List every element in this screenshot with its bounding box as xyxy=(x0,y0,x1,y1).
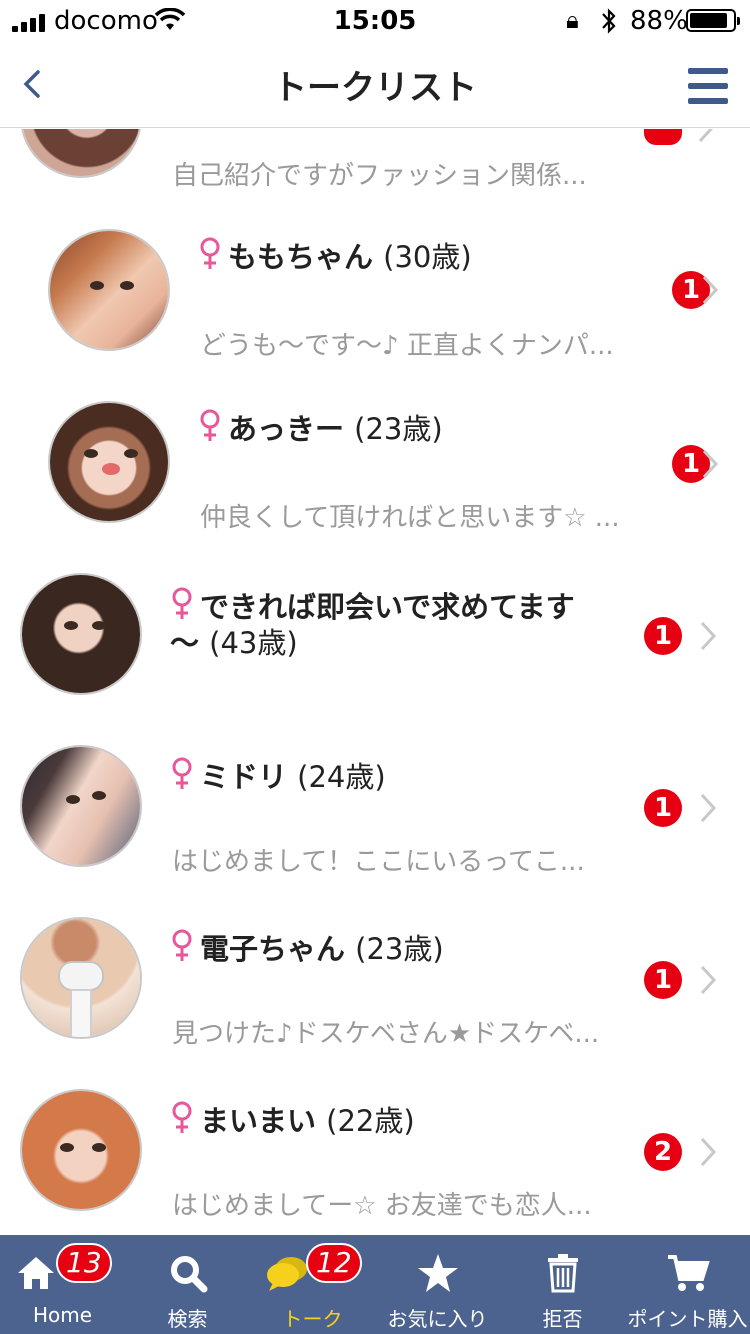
user-name-continued: 〜 xyxy=(170,626,200,660)
avatar xyxy=(20,1089,142,1211)
unread-badge: 2 xyxy=(644,1133,682,1171)
search-icon xyxy=(170,1256,207,1293)
avatar xyxy=(20,745,142,867)
user-name-line: あっきー (23歳) xyxy=(198,409,443,447)
tab-favorites[interactable]: お気に入り xyxy=(375,1235,500,1334)
unread-badge xyxy=(644,129,682,145)
message-preview: 仲良くして頂ければと思います☆ ... xyxy=(200,503,620,533)
unread-badge: 1 xyxy=(644,789,682,827)
user-name-line: 電子ちゃん (23歳) xyxy=(170,929,444,967)
avatar xyxy=(20,129,142,178)
user-name: あっきー xyxy=(228,412,345,446)
user-name: 電子ちゃん xyxy=(200,932,346,966)
list-item[interactable]: できれば即会いで求めてます〜 (43歳) 1 xyxy=(0,557,750,729)
message-preview: どうも〜です〜♪ 正直よくナンパ... xyxy=(200,331,614,361)
tab-label: ポイント購入 xyxy=(627,1307,748,1331)
hamburger-menu-icon[interactable] xyxy=(688,68,728,104)
avatar xyxy=(20,917,142,1039)
chevron-right-icon xyxy=(702,275,719,305)
battery-percent: 88% xyxy=(630,6,688,36)
tab-search[interactable]: 検索 xyxy=(125,1235,250,1334)
list-item[interactable]: 電子ちゃん (23歳) 見つけた♪ドスケベさん★ドスケベ... 1 xyxy=(0,901,750,1073)
page-title: トークリスト xyxy=(273,68,477,108)
tab-label: 拒否 xyxy=(542,1307,583,1331)
rotation-lock-icon: 🔒︎ xyxy=(566,6,579,34)
user-name-line: まいまい (22歳) xyxy=(170,1101,415,1139)
message-preview: はじめましてー☆ お友達でも恋人... xyxy=(172,1191,592,1221)
female-icon xyxy=(200,409,220,441)
bluetooth-icon xyxy=(602,8,616,34)
chevron-right-icon xyxy=(698,129,714,143)
tab-buy-points[interactable]: ポイント購入 xyxy=(625,1235,750,1334)
user-name-line: できれば即会いで求めてます〜 (43歳) xyxy=(170,587,610,661)
tab-block[interactable]: 拒否 xyxy=(500,1235,625,1334)
chevron-right-icon xyxy=(702,449,719,479)
unread-badge: 1 xyxy=(644,617,682,655)
tab-talk[interactable]: 12 トーク xyxy=(250,1235,375,1334)
female-icon xyxy=(172,1101,192,1133)
talk-list: 自己紹介ですがファッション関係... ももちゃん (30歳) どうも〜です〜♪ … xyxy=(0,129,750,1235)
user-name: ももちゃん xyxy=(228,240,374,274)
chevron-right-icon xyxy=(700,965,717,995)
user-age: (30歳) xyxy=(383,240,472,274)
cart-icon xyxy=(667,1255,710,1291)
user-name-line: ももちゃん (30歳) xyxy=(198,237,472,275)
home-icon xyxy=(18,1257,54,1289)
avatar xyxy=(20,573,142,695)
tab-bar: 13 Home 検索 12 トーク お気に入り 拒否 ポイント購入 xyxy=(0,1235,750,1334)
user-age: (23歳) xyxy=(354,412,443,446)
female-icon xyxy=(200,237,220,269)
tab-label: お気に入り xyxy=(387,1307,488,1331)
chat-bubble-icon xyxy=(267,1257,307,1291)
list-item[interactable]: まいまい (22歳) はじめましてー☆ お友達でも恋人... 2 xyxy=(0,1073,750,1235)
tab-badge: 13 xyxy=(56,1243,112,1283)
list-item[interactable]: あっきー (23歳) 仲良くして頂ければと思います☆ ... 1 xyxy=(0,385,750,557)
tab-home[interactable]: 13 Home xyxy=(0,1235,125,1334)
female-icon xyxy=(172,587,192,619)
message-preview: 見つけた♪ドスケベさん★ドスケベ... xyxy=(172,1019,600,1049)
tab-badge: 12 xyxy=(306,1243,362,1283)
avatar xyxy=(48,229,170,351)
user-name-line: ミドリ (24歳) xyxy=(170,757,386,795)
nav-bar: トークリスト xyxy=(0,40,750,128)
list-item[interactable]: ミドリ (24歳) はじめまして！ここにいるってこ... 1 xyxy=(0,729,750,901)
avatar xyxy=(48,401,170,523)
female-icon xyxy=(172,929,192,961)
message-preview: 自己紹介ですがファッション関係... xyxy=(172,161,587,191)
female-icon xyxy=(172,757,192,789)
status-bar: docomo 15:05 🔒︎ 88% xyxy=(0,0,750,40)
user-name: できれば即会いで求めてます xyxy=(200,590,575,624)
chevron-right-icon xyxy=(700,621,717,651)
unread-badge: 1 xyxy=(644,961,682,999)
battery-icon xyxy=(686,9,740,32)
chevron-right-icon xyxy=(700,1137,717,1167)
message-preview: はじめまして！ここにいるってこ... xyxy=(172,847,585,877)
tab-label: トーク xyxy=(282,1307,343,1331)
user-name: ミドリ xyxy=(200,760,288,794)
list-item[interactable]: 自己紹介ですがファッション関係... xyxy=(0,129,750,191)
tab-label: Home xyxy=(32,1303,93,1327)
user-age: (22歳) xyxy=(326,1104,415,1138)
chevron-right-icon xyxy=(700,793,717,823)
user-name: まいまい xyxy=(200,1104,317,1138)
user-age: (43歳) xyxy=(209,626,298,660)
star-icon xyxy=(417,1254,458,1292)
user-age: (23歳) xyxy=(355,932,444,966)
list-item[interactable]: ももちゃん (30歳) どうも〜です〜♪ 正直よくナンパ... 1 xyxy=(0,213,750,385)
trash-icon xyxy=(547,1254,578,1293)
tab-label: 検索 xyxy=(167,1307,208,1331)
user-age: (24歳) xyxy=(297,760,386,794)
